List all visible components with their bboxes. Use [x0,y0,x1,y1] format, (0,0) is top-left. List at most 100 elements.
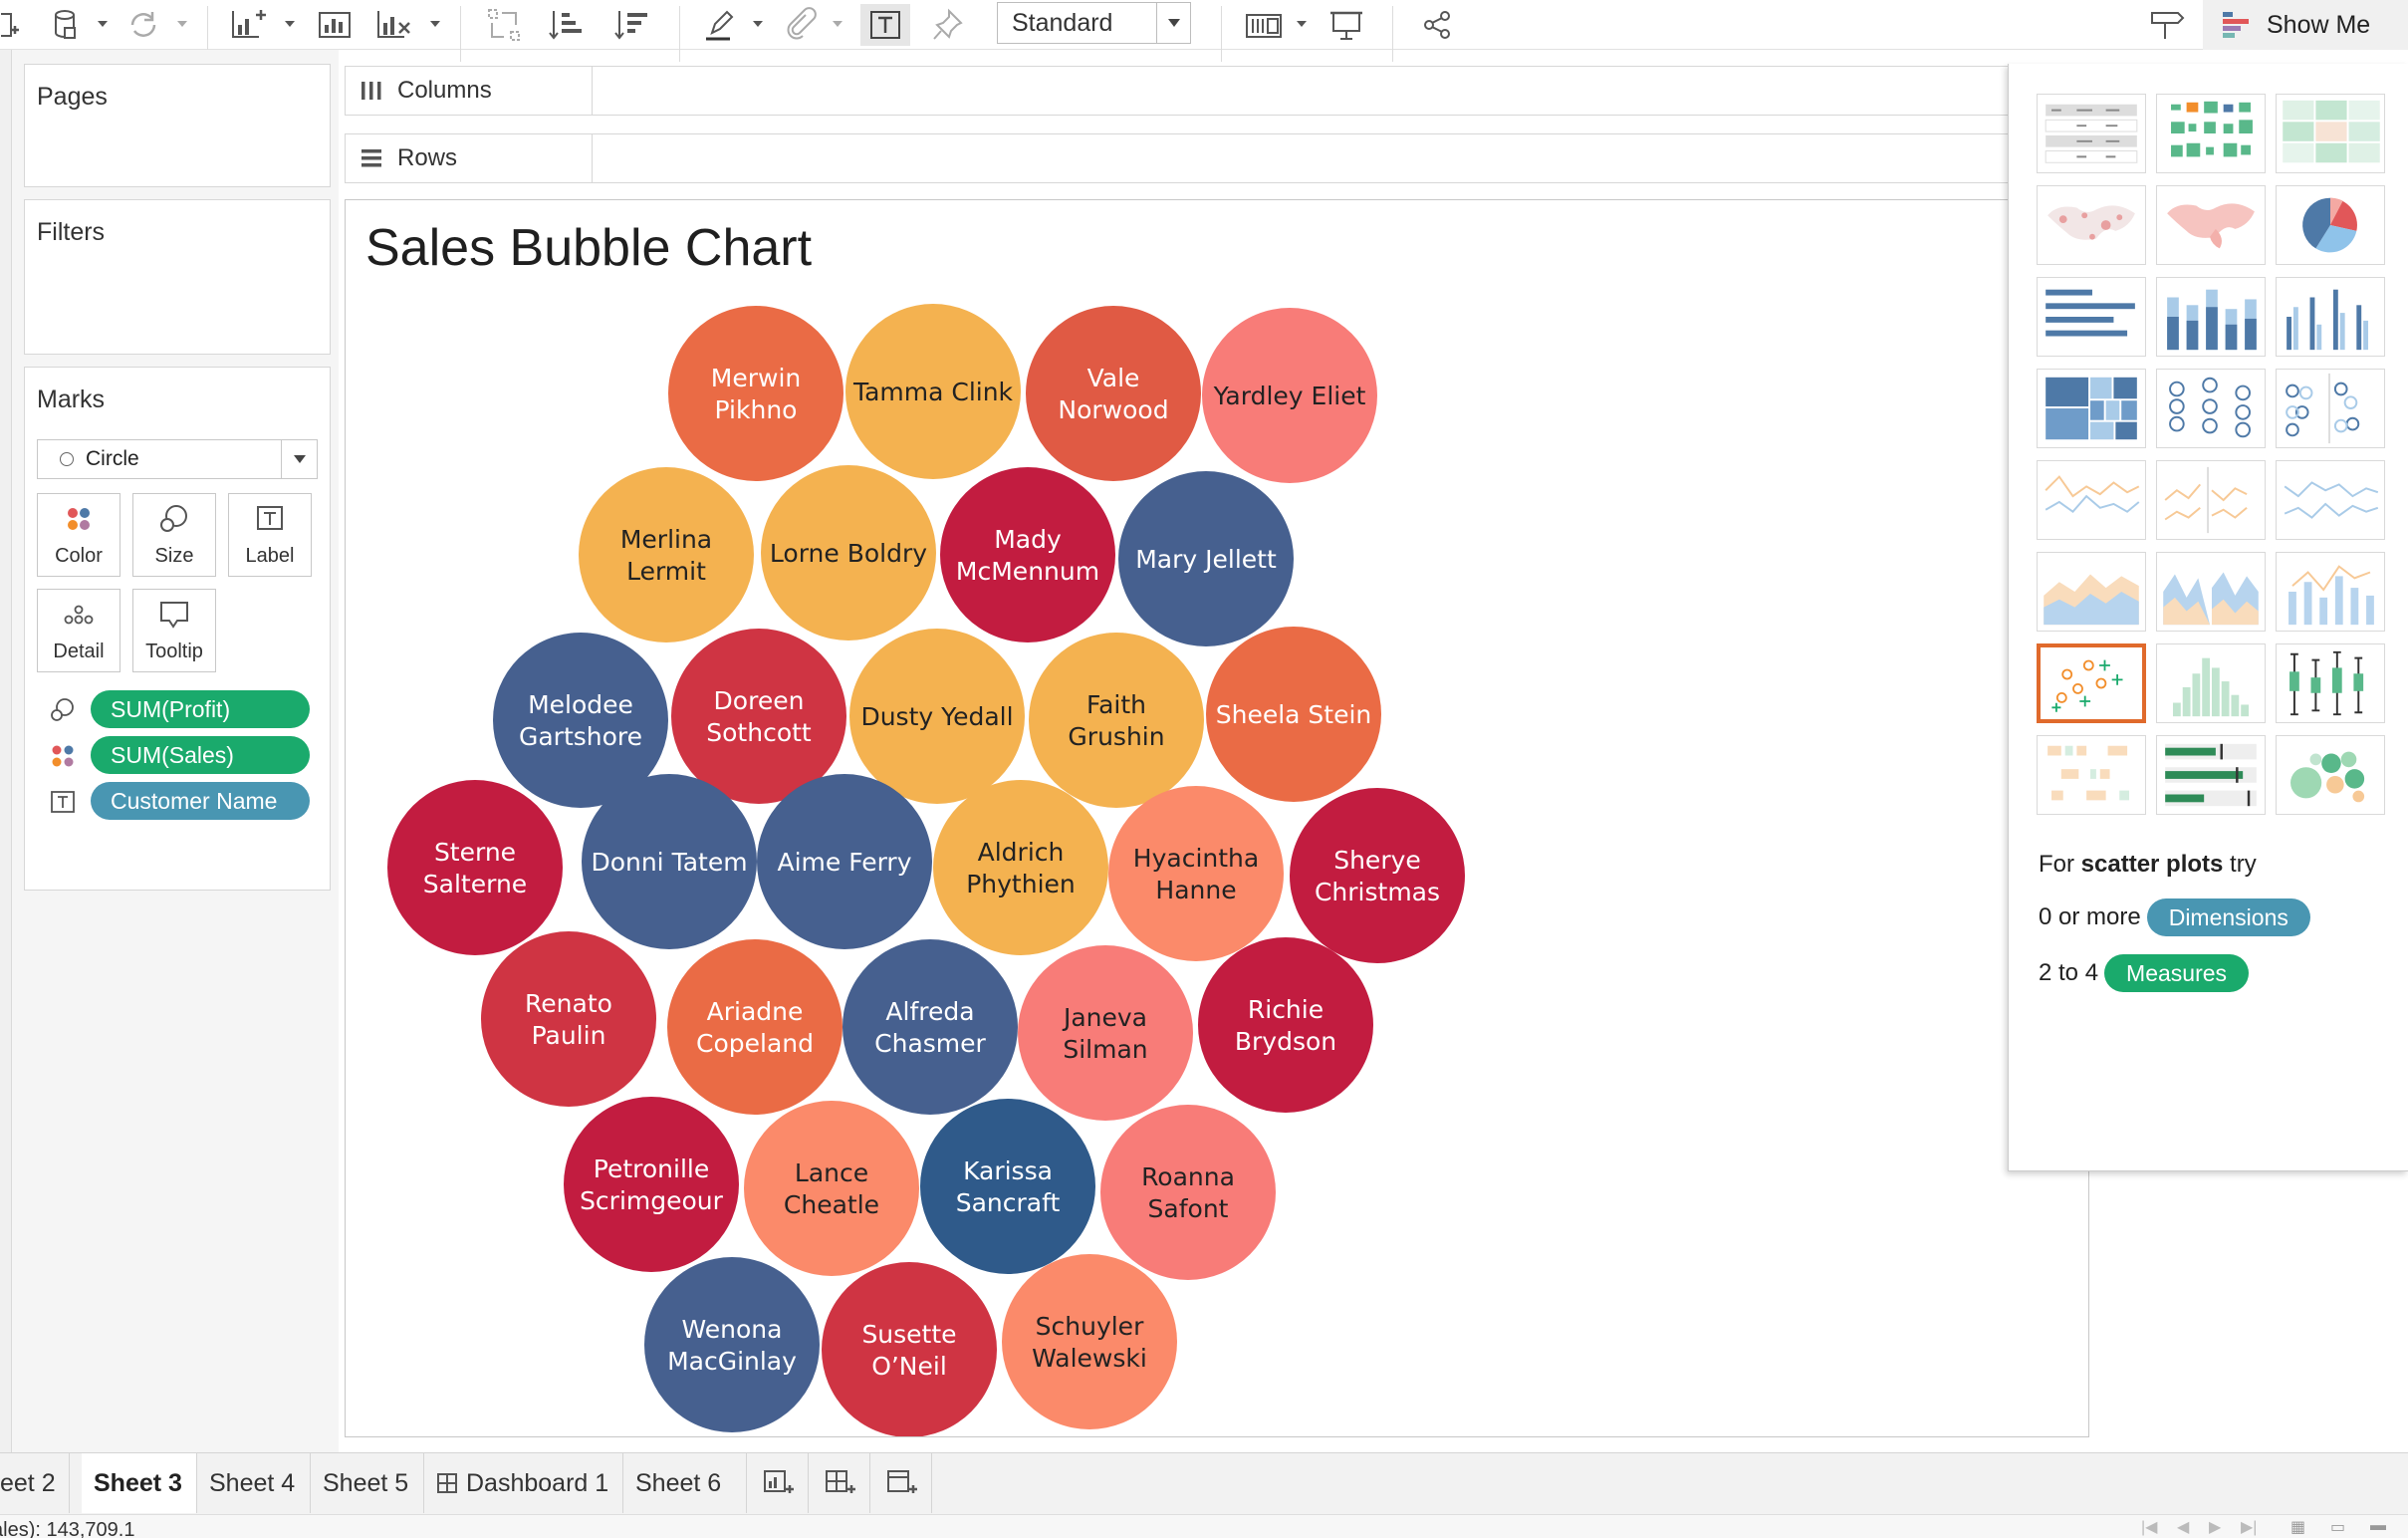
treemap-thumb[interactable] [2037,369,2146,448]
side-by-side-bars-thumb[interactable] [2276,277,2385,357]
next-page-icon[interactable]: ▶ [2209,1517,2221,1537]
customer-name-pill[interactable]: Customer Name [91,782,310,820]
tab-sheet-4[interactable]: Sheet 4 [197,1453,311,1513]
fix-axes-icon[interactable] [928,4,968,46]
group-caret-icon[interactable] [831,14,844,34]
tab-sheet-3[interactable]: Sheet 3 [82,1453,197,1513]
area-discrete-thumb[interactable] [2156,552,2266,632]
prev-page-icon[interactable]: ◀ [2177,1517,2189,1537]
bubble-mark[interactable] [387,780,563,955]
swap-rows-columns-icon[interactable] [484,4,524,46]
bubble-alfreda-chasmer[interactable]: Alfreda Chasmer [843,939,1018,1115]
duplicate-sheet-icon[interactable] [313,4,357,46]
bubble-mark[interactable] [667,939,843,1115]
bubble-aldrich-phythien[interactable]: Aldrich Phythien [933,780,1108,955]
new-worksheet-tab-icon[interactable] [747,1453,809,1513]
show-cards-caret-icon[interactable] [1295,14,1309,34]
bubble-aime-ferry[interactable]: Aime Ferry [757,774,932,949]
bubble-mark[interactable] [1018,945,1193,1121]
bubble-mark[interactable] [822,1262,997,1437]
filled-map-thumb[interactable] [2156,185,2266,265]
bubble-wenona-macginlay[interactable]: Wenona MacGinlay [644,1257,820,1432]
highlight-caret-icon[interactable] [751,14,765,34]
dual-lines-thumb[interactable] [2276,460,2385,540]
bubble-hyacintha-hanne[interactable]: Hyacintha Hanne [1108,786,1284,961]
bubble-roanna-safont[interactable]: Roanna Safont [1100,1105,1276,1280]
bubble-sterne-salterne[interactable]: Sterne Salterne [387,780,563,955]
dual-combination-thumb[interactable] [2276,552,2385,632]
bubble-mark[interactable] [668,306,843,481]
profit-size-field[interactable]: SUM(Profit) [49,690,310,728]
bubble-mark[interactable] [481,931,656,1107]
sales-pill[interactable]: SUM(Sales) [91,736,310,774]
text-table-thumb[interactable] [2037,94,2146,173]
bubble-mady-mcmennum[interactable]: Mady McMennum [940,467,1115,642]
worksheet-view[interactable]: Sales Bubble Chart Merwin Pikhno Tamma Cli… [345,199,2089,1437]
first-page-icon[interactable]: |◀ [2141,1517,2157,1537]
bubble-mark[interactable] [1198,937,1373,1113]
bubble-mark[interactable] [920,1099,1095,1274]
packed-bubbles-thumb[interactable] [2276,735,2385,815]
fit-select[interactable]: Standard [997,2,1191,44]
clear-sheet-icon[interactable] [372,4,416,46]
bubble-mark[interactable] [1002,1254,1177,1429]
bubble-yardley-eliet[interactable]: Yardley Eliet [1202,308,1377,483]
pie-chart-thumb[interactable] [2276,185,2385,265]
bubble-renato-paulin[interactable]: Renato Paulin [481,931,656,1107]
bubble-mark[interactable] [1029,633,1204,808]
bubble-mark[interactable] [933,780,1108,955]
bubble-richie-brydson[interactable]: Richie Brydson [1198,937,1373,1113]
refresh-caret-icon[interactable] [175,14,189,34]
bubble-lance-cheatle[interactable]: Lance Cheatle [744,1101,919,1276]
bubble-lorne-boldry[interactable]: Lorne Boldry [761,465,936,641]
bubble-mark[interactable] [843,939,1018,1115]
side-by-side-circles-thumb[interactable] [2276,369,2385,448]
bubble-merwin-pikhno[interactable]: Merwin Pikhno [668,306,843,481]
new-worksheet-caret-icon[interactable] [283,14,297,34]
bubble-mary-jellett[interactable]: Mary Jellett [1118,471,1294,646]
new-dashboard-tab-icon[interactable] [809,1453,870,1513]
bubble-mark[interactable] [644,1257,820,1432]
bubble-janeva-silman[interactable]: Janeva Silman [1018,945,1193,1121]
color-button[interactable]: Color [37,493,120,577]
circle-views-thumb[interactable] [2156,369,2266,448]
bubble-petronille-scrimgeour[interactable]: Petronille Scrimgeour [564,1097,739,1272]
detail-button[interactable]: Detail [37,589,120,672]
bubble-sheela-stein[interactable]: Sheela Stein [1206,627,1381,802]
scatter-plot-thumb[interactable] [2037,643,2146,723]
histogram-thumb[interactable] [2156,643,2266,723]
lines-continuous-thumb[interactable] [2037,460,2146,540]
bubble-mark[interactable] [1108,786,1284,961]
group-members-icon[interactable] [781,4,821,46]
sales-color-field[interactable]: SUM(Sales) [49,736,310,774]
bullet-graph-thumb[interactable] [2156,735,2266,815]
bubble-vale-norwood[interactable]: Vale Norwood [1026,306,1201,481]
bubble-donni-tatem[interactable]: Donni Tatem [582,774,757,949]
label-button[interactable]: Label [228,493,312,577]
sort-ascending-icon[interactable] [546,4,586,46]
tab-dashboard-1[interactable]: Dashboard 1 [424,1453,623,1513]
bubble-mark[interactable] [1026,306,1201,481]
bubble-mark[interactable] [579,467,754,642]
size-button[interactable]: Size [132,493,216,577]
tooltip-button[interactable]: Tooltip [132,589,216,672]
horizontal-bars-thumb[interactable] [2037,277,2146,357]
last-page-icon[interactable]: ▶| [2241,1517,2257,1537]
tab-sheet-2[interactable]: eet 2 [0,1453,70,1513]
presentation-mode-icon[interactable] [1324,4,1368,46]
bubble-ariadne-copeland[interactable]: Ariadne Copeland [667,939,843,1115]
highlight-icon[interactable] [699,4,739,46]
bubble-mark[interactable] [940,467,1115,642]
tabs-view-icon[interactable]: ▬ [2370,1517,2386,1535]
bubble-faith-grushin[interactable]: Faith Grushin [1029,633,1204,808]
new-worksheet-icon[interactable] [227,4,271,46]
show-me-tab[interactable]: Show Me [2203,0,2408,50]
bubble-mark[interactable] [564,1097,739,1272]
highlight-table-thumb[interactable] [2276,94,2385,173]
new-story-tab-icon[interactable] [870,1453,932,1513]
bubble-mark[interactable] [744,1101,919,1276]
show-mark-labels-icon[interactable] [860,4,910,46]
bubble-mark[interactable] [1290,788,1465,963]
area-continuous-thumb[interactable] [2037,552,2146,632]
share-icon[interactable] [1418,4,1458,46]
